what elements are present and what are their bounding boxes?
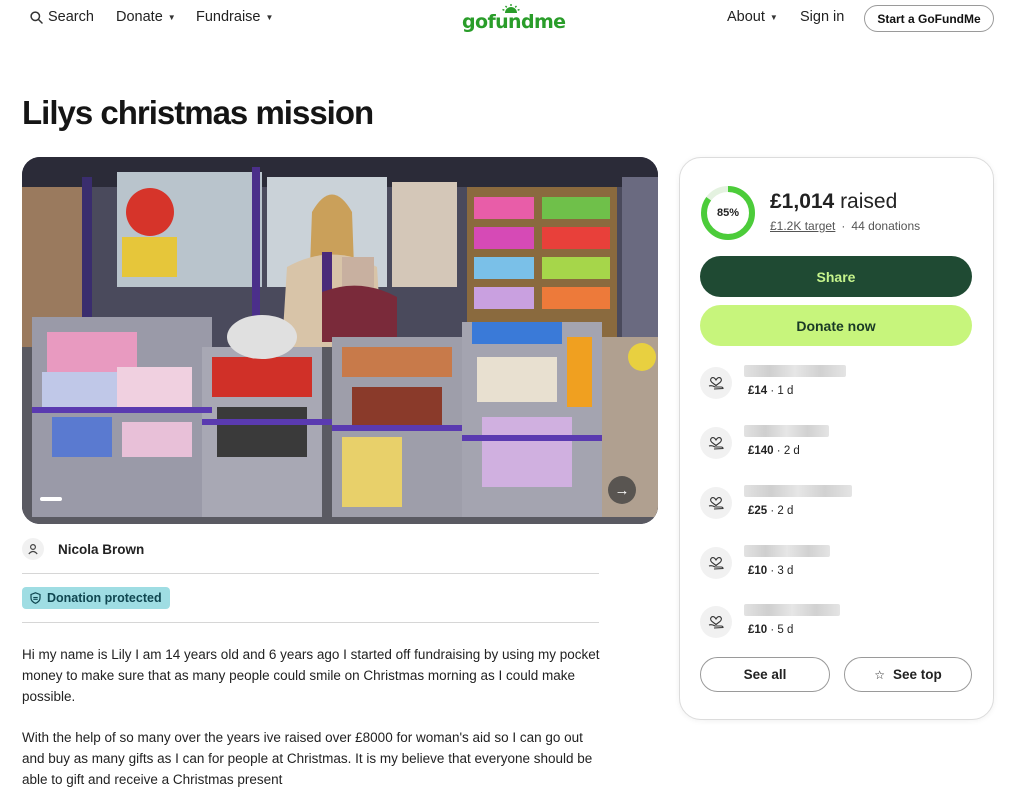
- meta-separator: ·: [841, 219, 846, 233]
- donation-item: £10 · 5 d: [700, 602, 972, 642]
- see-all-button[interactable]: See all: [700, 657, 830, 692]
- donate-menu[interactable]: Donate ▼: [116, 9, 176, 25]
- donation-item: £25 · 2 d: [700, 483, 972, 523]
- donor-name-blurred: [744, 545, 830, 557]
- search-label: Search: [48, 9, 94, 25]
- divider: [22, 622, 599, 623]
- donation-time: · 5 d: [767, 624, 794, 636]
- progress-percent: 85%: [716, 207, 740, 219]
- heart-hand-icon: [700, 547, 732, 579]
- donation-item: £10 · 3 d: [700, 543, 972, 583]
- donation-card: 85% £1,014 raised £1.2K target · 44 dona…: [679, 157, 994, 720]
- shield-icon: [30, 592, 41, 604]
- fundraise-menu[interactable]: Fundraise ▼: [196, 9, 273, 25]
- donor-name-blurred: [744, 365, 846, 377]
- divider: [22, 573, 599, 574]
- amount-value: £10: [748, 565, 768, 577]
- amount-value: £25: [748, 505, 768, 517]
- donation-item: £140 · 2 d: [700, 423, 972, 463]
- carousel-indicator[interactable]: [40, 497, 70, 501]
- story-paragraph: With the help of so many over the years …: [22, 730, 593, 787]
- donate-menu-label: Donate: [116, 9, 163, 25]
- amount-value: £10: [748, 624, 768, 636]
- about-menu[interactable]: About ▼: [727, 9, 778, 25]
- organizer-row: Nicola Brown: [22, 538, 144, 560]
- amount-value: £140: [748, 445, 774, 457]
- chevron-right-icon: →: [614, 481, 630, 499]
- star-icon: ☆: [874, 667, 885, 682]
- campaign-meta: £1.2K target · 44 donations: [770, 219, 920, 233]
- share-button[interactable]: Share: [700, 256, 972, 297]
- story-paragraph: Hi my name is Lily I am 14 years old and…: [22, 647, 600, 704]
- page-title: Lilys christmas mission: [22, 94, 374, 131]
- see-top-button[interactable]: ☆ See top: [844, 657, 972, 692]
- person-icon: [22, 538, 44, 560]
- sign-in-label: Sign in: [800, 9, 845, 25]
- donation-item: £14 · 1 d: [700, 363, 972, 403]
- heart-hand-icon: [700, 487, 732, 519]
- raised-summary: £1,014 raised: [770, 190, 897, 214]
- donation-amount: £25 · 2 d: [748, 505, 793, 517]
- target-link[interactable]: £1.2K target: [770, 219, 835, 233]
- fundraise-menu-label: Fundraise: [196, 9, 261, 25]
- search-link[interactable]: Search: [30, 9, 94, 25]
- donate-now-button[interactable]: Donate now: [700, 305, 972, 346]
- organizer-name: Nicola Brown: [58, 541, 145, 557]
- heart-hand-icon: [700, 427, 732, 459]
- heart-hand-icon: [700, 367, 732, 399]
- raised-amount: £1,014: [770, 190, 835, 213]
- about-menu-label: About: [727, 9, 765, 25]
- donation-time: · 2 d: [767, 505, 794, 517]
- caret-down-icon: ▼: [769, 13, 778, 22]
- donation-time: · 3 d: [767, 565, 794, 577]
- donation-time: · 2 d: [773, 445, 800, 457]
- gofundme-logo[interactable]: gofundme: [462, 4, 566, 34]
- raised-suffix: raised: [834, 190, 898, 213]
- donation-amount: £10 · 5 d: [748, 624, 793, 636]
- sign-in-link[interactable]: Sign in: [800, 9, 844, 25]
- top-navigation: Search Donate ▼ Fundraise ▼ gofundme Abo…: [0, 0, 1024, 36]
- donation-count: 44 donations: [851, 219, 921, 233]
- campaign-photo[interactable]: [22, 157, 658, 524]
- see-top-label: See top: [893, 667, 942, 682]
- amount-value: £14: [748, 385, 768, 397]
- heart-hand-icon: [700, 606, 732, 638]
- donation-protected-badge[interactable]: Donation protected: [22, 587, 170, 609]
- donor-name-blurred: [744, 485, 852, 497]
- start-gofundme-button[interactable]: Start a GoFundMe: [864, 5, 994, 32]
- logo-text: gofundme: [462, 11, 566, 33]
- carousel-next-button[interactable]: →: [608, 476, 636, 504]
- caret-down-icon: ▼: [167, 13, 176, 22]
- donation-amount: £10 · 3 d: [748, 565, 793, 577]
- caret-down-icon: ▼: [265, 13, 274, 22]
- donor-name-blurred: [744, 425, 829, 437]
- search-icon: [30, 10, 43, 24]
- donation-time: · 1 d: [767, 385, 794, 397]
- donation-amount: £140 · 2 d: [748, 445, 800, 457]
- badge-label: Donation protected: [47, 591, 162, 605]
- campaign-photo-illustration: [22, 157, 658, 524]
- donor-name-blurred: [744, 604, 840, 616]
- donation-amount: £14 · 1 d: [748, 385, 793, 397]
